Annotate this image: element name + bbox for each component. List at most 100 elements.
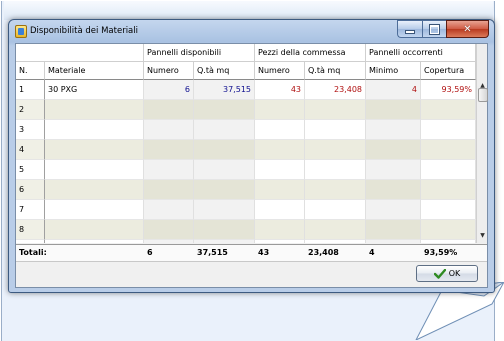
cell-po-minimo[interactable] [366, 160, 421, 180]
table-row[interactable]: 8 [16, 220, 476, 240]
cell-pd-qta[interactable]: 37,515 [194, 80, 255, 100]
cell-po-minimo[interactable] [366, 100, 421, 120]
cell-materiale[interactable] [45, 220, 144, 240]
cell-pd-numero[interactable] [144, 140, 194, 160]
cell-pd-qta[interactable] [194, 120, 255, 140]
ok-button[interactable]: OK [416, 265, 478, 282]
table-row[interactable]: 1 30 PXG 6 37,515 43 23,408 4 93,59% [16, 80, 476, 100]
cell-materiale[interactable] [45, 120, 144, 140]
table-row[interactable]: 5 [16, 160, 476, 180]
cell-pc-qta[interactable] [305, 200, 366, 220]
cell-n[interactable]: 7 [16, 200, 45, 220]
close-button[interactable]: ✕ [446, 20, 489, 38]
table-row[interactable]: 4 [16, 140, 476, 160]
cell-pc-numero[interactable] [255, 160, 305, 180]
cell-n[interactable]: 1 [16, 80, 45, 100]
cell-po-minimo[interactable]: 4 [366, 80, 421, 100]
cell-materiale[interactable] [45, 160, 144, 180]
cell-pc-numero[interactable] [255, 200, 305, 220]
cell-po-minimo[interactable] [366, 240, 421, 243]
cell-pd-numero[interactable]: 6 [144, 80, 194, 100]
cell-pd-qta[interactable] [194, 100, 255, 120]
column-header-materiale[interactable]: Materiale [45, 62, 144, 80]
column-header-pd-qta[interactable]: Q.tà mq [194, 62, 255, 80]
cell-pc-numero[interactable] [255, 140, 305, 160]
cell-pc-numero[interactable] [255, 240, 305, 243]
cell-pd-numero[interactable] [144, 160, 194, 180]
cell-n[interactable]: 6 [16, 180, 45, 200]
grid-vertical-scrollbar[interactable]: ▲ ▼ [476, 44, 488, 243]
cell-copertura[interactable] [421, 120, 476, 140]
cell-pc-qta[interactable] [305, 160, 366, 180]
title-bar[interactable]: Disponibilità dei Materiali ✕ [9, 20, 494, 42]
cell-pd-qta[interactable] [194, 160, 255, 180]
cell-pc-qta[interactable]: 23,408 [305, 80, 366, 100]
cell-n[interactable]: 5 [16, 160, 45, 180]
table-row[interactable]: 3 [16, 120, 476, 140]
cell-pc-qta[interactable] [305, 120, 366, 140]
cell-n[interactable]: 3 [16, 120, 45, 140]
cell-copertura[interactable] [421, 220, 476, 240]
table-row[interactable]: 6 [16, 180, 476, 200]
cell-pd-numero[interactable] [144, 240, 194, 243]
cell-po-minimo[interactable] [366, 180, 421, 200]
cell-pc-qta[interactable] [305, 220, 366, 240]
cell-materiale[interactable] [45, 140, 144, 160]
cell-pc-numero[interactable] [255, 220, 305, 240]
cell-materiale[interactable] [45, 240, 144, 243]
cell-po-minimo[interactable] [366, 140, 421, 160]
cell-n[interactable]: 2 [16, 100, 45, 120]
cell-materiale[interactable] [45, 180, 144, 200]
cell-copertura[interactable] [421, 100, 476, 120]
cell-pd-numero[interactable] [144, 200, 194, 220]
cell-pd-numero[interactable] [144, 180, 194, 200]
cell-materiale[interactable]: 30 PXG [45, 80, 144, 100]
cell-n[interactable]: 4 [16, 140, 45, 160]
cell-copertura[interactable] [421, 160, 476, 180]
scroll-down-icon[interactable]: ▼ [478, 231, 487, 240]
cell-pc-numero[interactable] [255, 100, 305, 120]
column-header-copertura[interactable]: Copertura [421, 62, 476, 80]
column-header-n[interactable]: N. [16, 62, 45, 80]
cell-po-minimo[interactable] [366, 200, 421, 220]
column-header-pc-numero[interactable]: Numero [255, 62, 305, 80]
table-row[interactable]: 7 [16, 200, 476, 220]
cell-pd-numero[interactable] [144, 100, 194, 120]
minimize-button[interactable] [397, 20, 422, 38]
column-header-pc-qta[interactable]: Q.tà mq [305, 62, 366, 80]
column-header-minimo[interactable]: Minimo [366, 62, 421, 80]
maximize-button[interactable] [422, 20, 446, 38]
cell-copertura[interactable] [421, 240, 476, 243]
cell-po-minimo[interactable] [366, 220, 421, 240]
cell-copertura[interactable] [421, 140, 476, 160]
totals-po-minimo: 4 [369, 248, 375, 257]
cell-pc-qta[interactable] [305, 100, 366, 120]
maximize-icon [430, 24, 439, 34]
cell-pc-qta[interactable] [305, 140, 366, 160]
cell-n[interactable]: 9 [16, 240, 45, 243]
cell-materiale[interactable] [45, 200, 144, 220]
cell-po-minimo[interactable] [366, 120, 421, 140]
cell-pd-qta[interactable] [194, 200, 255, 220]
cell-pd-qta[interactable] [194, 180, 255, 200]
cell-pd-numero[interactable] [144, 220, 194, 240]
cell-n[interactable]: 8 [16, 220, 45, 240]
cell-pc-qta[interactable] [305, 240, 366, 243]
materials-grid[interactable]: Pannelli disponibili Pezzi della commess… [16, 44, 476, 243]
cell-pc-numero[interactable] [255, 120, 305, 140]
cell-pd-numero[interactable] [144, 120, 194, 140]
cell-pc-numero[interactable] [255, 180, 305, 200]
cell-copertura[interactable] [421, 180, 476, 200]
table-row[interactable]: 2 [16, 100, 476, 120]
cell-pd-qta[interactable] [194, 240, 255, 243]
cell-pd-qta[interactable] [194, 140, 255, 160]
cell-pd-qta[interactable] [194, 220, 255, 240]
cell-pc-qta[interactable] [305, 180, 366, 200]
table-row[interactable]: 9 [16, 240, 476, 243]
column-header-pd-numero[interactable]: Numero [144, 62, 194, 80]
cell-pc-numero[interactable]: 43 [255, 80, 305, 100]
cell-materiale[interactable] [45, 100, 144, 120]
cell-copertura[interactable] [421, 200, 476, 220]
cell-copertura[interactable]: 93,59% [421, 80, 476, 100]
scroll-thumb[interactable] [478, 88, 488, 102]
